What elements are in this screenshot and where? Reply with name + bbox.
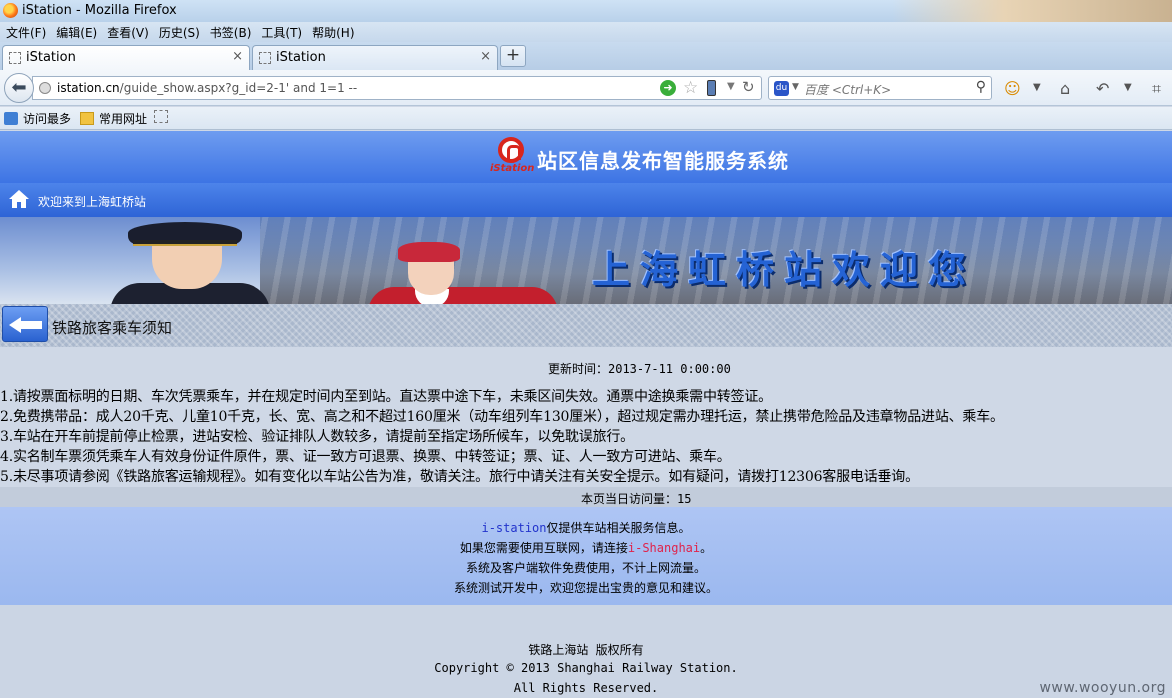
rule-item: 5.未尽事项请参阅《铁路旅客运输规程》。如有变化以车站公告为准，敬请关注。旅行中… <box>0 469 919 485</box>
menu-edit[interactable]: 编辑(E) <box>51 24 102 41</box>
crop-icon[interactable]: ⌗ <box>1152 79 1161 99</box>
bookmark-star-icon[interactable]: ☆ <box>683 78 698 98</box>
globe-icon <box>39 82 51 94</box>
istation-brand: i-station <box>481 521 547 535</box>
smiley-icon[interactable]: ☺ <box>1004 79 1021 98</box>
toolbar-dropdown-icon[interactable]: ▼ <box>1033 82 1041 93</box>
notice-box: i-station仅提供车站相关服务信息。 如果您需要使用互联网，请连接i-Sh… <box>0 507 1172 605</box>
search-icon[interactable]: ⚲ <box>976 79 986 95</box>
mobile-icon[interactable] <box>707 80 716 96</box>
tab-close-icon[interactable]: × <box>232 49 243 64</box>
undo-icon[interactable]: ↶ <box>1096 79 1109 98</box>
notice-line-3: 系统及客户端软件免费使用，不计上网流量。 <box>465 561 706 575</box>
back-arrow-icon: ⬅ <box>11 77 27 98</box>
page-icon <box>9 52 21 64</box>
search-engine-icon[interactable]: du <box>774 81 789 96</box>
menu-view[interactable]: 查看(V) <box>102 24 154 41</box>
new-tab-button[interactable]: + <box>500 45 526 67</box>
web-page: iStation 站区信息发布智能服务系统 欢迎来到上海虹桥站 上海虹桥站欢迎您… <box>0 131 1172 698</box>
menu-bookmarks[interactable]: 书签(B) <box>205 24 257 41</box>
welcome-bar: 欢迎来到上海虹桥站 <box>0 183 1172 217</box>
banner-welcome-text: 上海虹桥站欢迎您 <box>592 248 977 292</box>
reload-icon[interactable]: ↻ <box>742 78 755 96</box>
section-header: 铁路旅客乘车须知 <box>0 304 1172 347</box>
notice-text: 。 <box>700 541 713 555</box>
logo-text: iStation <box>490 163 535 174</box>
notice-line-1: i-station仅提供车站相关服务信息。 <box>0 519 1172 536</box>
firefox-icon <box>3 3 18 18</box>
attendant-hat <box>398 242 460 262</box>
url-bar[interactable]: istation.cn/guide_show.aspx?g_id=2-1' an… <box>32 76 762 100</box>
ishanghai-network: i-Shanghai <box>627 541 701 555</box>
menu-file[interactable]: 文件(F) <box>0 24 51 41</box>
window-title: iStation - Mozilla Firefox <box>22 3 177 18</box>
conductor-cap-band <box>133 240 237 246</box>
bookmark-label: 常用网址 <box>99 112 148 126</box>
rules-list: 1.请按票面标明的日期、车次凭票乘车，并在规定时间内至到站。直达票中途下车，未乘… <box>0 387 1172 487</box>
section-title: 铁路旅客乘车须知 <box>52 319 173 337</box>
site-header: iStation 站区信息发布智能服务系统 <box>0 131 1172 183</box>
menu-bar: 文件(F) 编辑(E) 查看(V) 历史(S) 书签(B) 工具(T) 帮助(H… <box>0 22 1172 42</box>
back-button[interactable]: ⬅ <box>4 73 34 103</box>
bookmark-label: 访问最多 <box>23 112 72 126</box>
undo-dropdown-icon[interactable]: ▼ <box>1124 82 1132 93</box>
railway-logo-icon <box>498 137 524 163</box>
url-dropdown-icon[interactable]: ▼ <box>727 81 735 92</box>
bookmark-common-sites[interactable]: 常用网址 <box>80 110 147 127</box>
tab-label: iStation <box>26 50 76 65</box>
update-time: 更新时间：2013-7-11 0:00:00 <box>548 362 731 376</box>
bookmark-blank[interactable] <box>154 110 173 124</box>
istation-logo: iStation <box>490 137 534 177</box>
site-title: 站区信息发布智能服务系统 <box>537 149 789 173</box>
navigation-bar: istation.cn/guide_show.aspx?g_id=2-1' an… <box>0 70 1172 106</box>
station-banner: 上海虹桥站欢迎您 <box>0 217 1172 304</box>
tab-bar: iStation × iStation × <box>0 42 1172 70</box>
page-icon <box>154 110 168 123</box>
home-icon[interactable]: ⌂ <box>1060 79 1070 98</box>
rule-item: 2.免费携带品：成人20千克、儿童10千克，长、宽、高之和不超过160厘米（动车… <box>0 409 1004 425</box>
bookmark-most-visited[interactable]: 访问最多 <box>4 110 71 127</box>
back-arrow-button[interactable] <box>2 306 48 342</box>
visit-counter: 本页当日访问量：15 <box>0 487 1172 507</box>
article-content: 更新时间：2013-7-11 0:00:00 1.请按票面标明的日期、车次凭票乘… <box>0 347 1172 487</box>
menu-help[interactable]: 帮助(H) <box>307 24 359 41</box>
footer-rights-cn: 铁路上海站 版权所有 <box>528 643 644 657</box>
rule-item: 3.车站在开车前提前停止检票，进站安检、验证排队人数较多，请提前至指定场所候车，… <box>0 429 634 445</box>
welcome-text: 欢迎来到上海虹桥站 <box>38 195 147 209</box>
titlebar-decoration <box>892 0 1172 22</box>
visit-count-text: 本页当日访问量：15 <box>581 492 692 506</box>
url-host: istation.cn <box>57 81 120 95</box>
window-titlebar: iStation - Mozilla Firefox <box>0 0 1172 22</box>
rule-item: 1.请按票面标明的日期、车次凭票乘车，并在规定时间内至到站。直达票中途下车，未乘… <box>0 389 772 405</box>
site-footer: 铁路上海站 版权所有 Copyright © 2013 Shanghai Rai… <box>0 605 1172 698</box>
url-text[interactable]: istation.cn/guide_show.aspx?g_id=2-1' an… <box>57 81 357 95</box>
tab-istation-active[interactable]: iStation × <box>2 45 250 70</box>
menu-tools[interactable]: 工具(T) <box>256 24 307 41</box>
notice-line-2: 如果您需要使用互联网，请连接i-Shanghai。 <box>0 539 1172 556</box>
watermark-text: www.wooyun.org <box>1039 680 1166 696</box>
tab-istation[interactable]: iStation × <box>252 45 498 70</box>
attendant-figure <box>368 287 558 304</box>
home-icon[interactable] <box>8 189 30 209</box>
notice-line-4: 系统测试开发中，欢迎您提出宝贵的意见和建议。 <box>453 581 718 595</box>
url-path: /guide_show.aspx?g_id=2-1' and 1=1 -- <box>119 81 358 95</box>
go-arrow-icon[interactable]: ➜ <box>660 80 676 96</box>
search-engine-dropdown-icon[interactable]: ▼ <box>792 82 799 92</box>
tab-label: iStation <box>276 50 326 65</box>
notice-text: 仅提供车站相关服务信息。 <box>546 521 691 535</box>
footer-all-rights: All Rights Reserved. <box>513 681 659 695</box>
rule-item: 4.实名制车票须凭乘车人有效身份证件原件，票、证一致方可退票、换票、中转签证；票… <box>0 449 731 465</box>
search-placeholder: 百度 <Ctrl+K> <box>804 83 892 97</box>
tab-close-icon[interactable]: × <box>480 49 491 64</box>
bookmarks-toolbar: 访问最多 常用网址 <box>0 107 1172 130</box>
page-icon <box>259 52 271 64</box>
footer-copyright: Copyright © 2013 Shanghai Railway Statio… <box>434 661 738 675</box>
folder-icon <box>80 112 94 125</box>
menu-history[interactable]: 历史(S) <box>154 24 205 41</box>
most-visited-icon <box>4 112 18 125</box>
search-bar[interactable]: du ▼ 百度 <Ctrl+K> ⚲ <box>768 76 992 100</box>
notice-text: 如果您需要使用互联网，请连接 <box>459 541 628 555</box>
